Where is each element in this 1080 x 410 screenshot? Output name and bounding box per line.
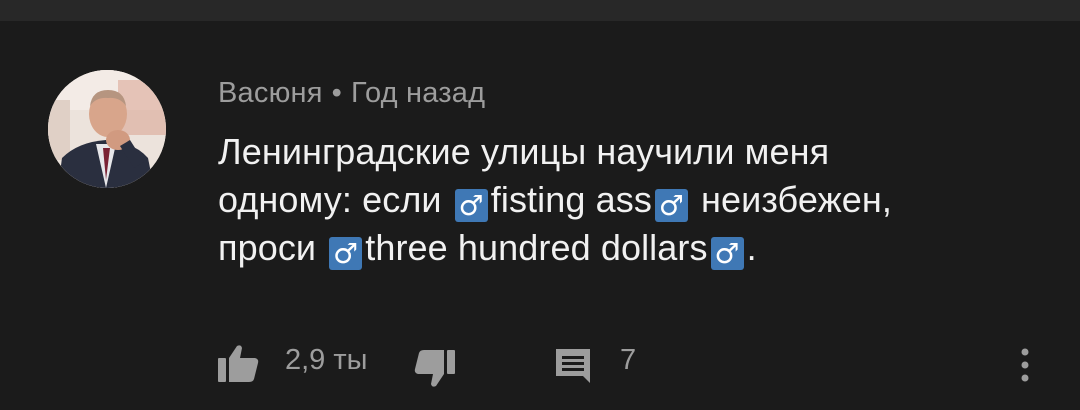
comment-icon[interactable] [553,346,593,391]
reply-count[interactable]: 7 [620,336,636,384]
comment-line-1: Ленинградские улицы научили меня [218,128,1048,176]
comment-line-2: одному: если ♂ fisting ass ♂ неизбежен, [218,176,1048,224]
author-name[interactable]: Васюня [218,77,323,109]
text-fragment: Ленинградские улицы научили меня [218,131,830,172]
meta-separator: • [331,77,342,109]
male-sign-emoji: ♂ [454,189,488,222]
comment-text: Ленинградские улицы научили меня одному:… [218,128,1048,272]
text-fragment: неизбежен, [690,179,892,220]
comment-meta: Васюня • Год назад [218,77,485,110]
more-vertical-icon[interactable] [1015,344,1035,393]
comment-line-3: проси ♂ three hundred dollars ♂. [218,224,1048,272]
text-fragment: проси [218,227,327,268]
male-sign-emoji: ♂ [654,189,688,222]
thumbs-down-icon[interactable] [412,348,456,393]
text-fragment: three hundred dollars [365,227,708,268]
thumbs-up-icon[interactable] [217,344,261,389]
avatar[interactable] [48,70,166,188]
male-sign-emoji: ♂ [329,237,363,270]
top-bar [0,0,1080,21]
comment: Васюня • Год назад Ленинградские улицы нау… [0,21,1080,410]
text-fragment: одному: если [218,179,452,220]
text-fragment: . [746,227,757,268]
male-sign-emoji: ♂ [710,237,744,270]
comment-actions: 2,9 ты 7 [215,336,1065,387]
text-fragment: fisting ass [490,179,652,220]
like-count: 2,9 ты [285,344,368,376]
comment-time: Год назад [351,77,486,109]
